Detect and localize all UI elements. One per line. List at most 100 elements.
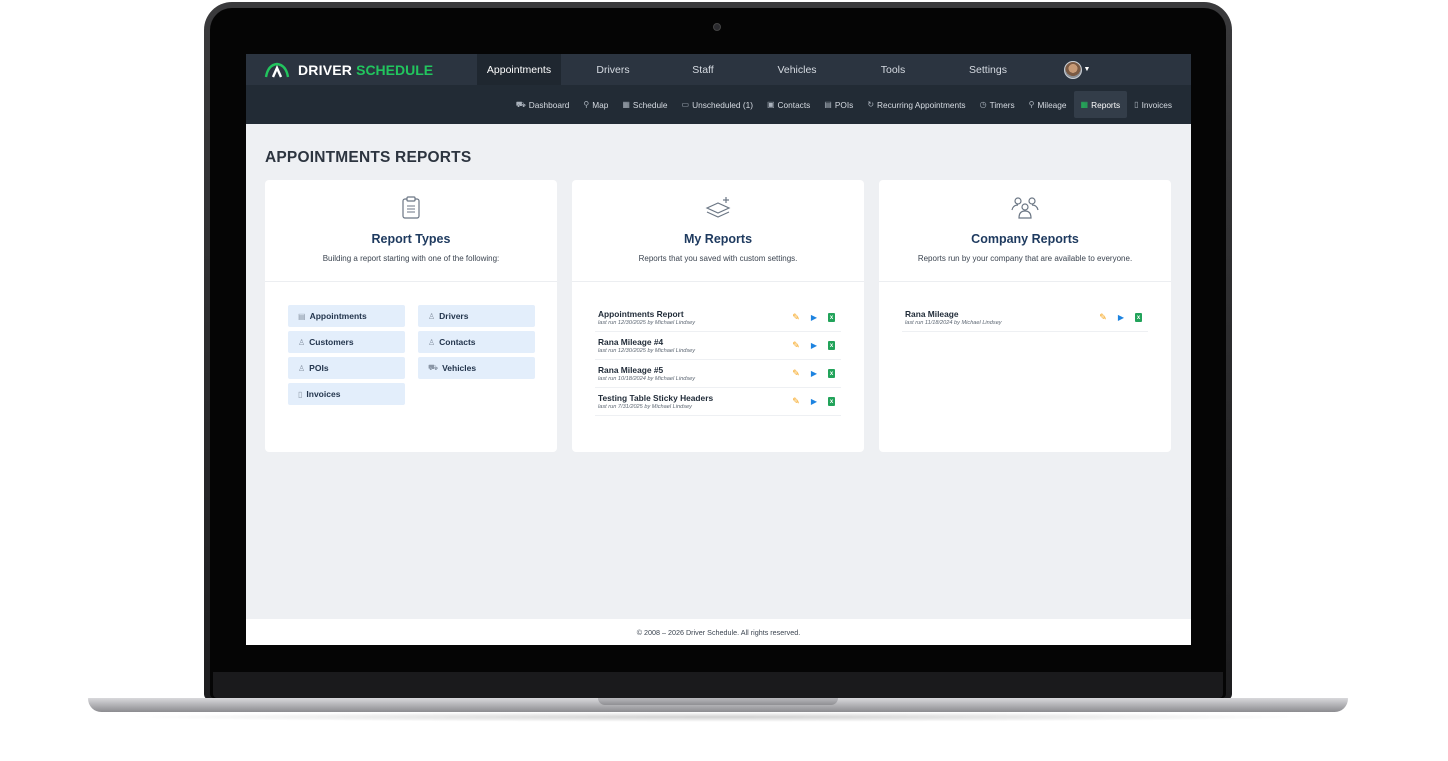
clipboard-icon	[402, 196, 420, 219]
report-name[interactable]: Rana Mileage	[905, 309, 1002, 319]
excel-export-icon[interactable]: x	[828, 313, 835, 322]
report-meta: last run 10/18/2024 by Michael Lindsey	[598, 375, 696, 382]
report-types-card: Report Types Building a report starting …	[265, 180, 557, 452]
topnav-drivers[interactable]: Drivers	[561, 54, 665, 85]
car-icon: ⛟	[515, 99, 526, 109]
edit-pencil-icon[interactable]: ✎	[792, 368, 800, 379]
clipboard-icon: ▤	[298, 311, 306, 321]
excel-export-icon[interactable]: x	[828, 341, 835, 350]
company-reports-list: Rana Mileage last run 11/18/2024 by Micha…	[902, 304, 1148, 332]
page-title: APPOINTMENTS REPORTS	[265, 149, 472, 166]
car-icon: ⛟	[428, 363, 439, 372]
subnav-unscheduled[interactable]: ▭ Unscheduled (1)	[675, 91, 760, 118]
subnav-mileage[interactable]: ⚲ Mileage	[1022, 91, 1074, 118]
report-name[interactable]: Appointments Report	[598, 309, 695, 319]
subnav-dashboard[interactable]: ⛟ Dashboard	[509, 91, 577, 118]
topnav-staff[interactable]: Staff	[665, 54, 741, 85]
pin-icon: ⚲	[1028, 100, 1035, 109]
subnav-reports[interactable]: ▦ Reports	[1073, 91, 1128, 118]
avatar	[1063, 60, 1082, 79]
report-type-pois[interactable]: ♙ POIs	[288, 357, 405, 379]
excel-export-icon[interactable]: x	[1135, 313, 1142, 322]
users-group-icon	[1011, 197, 1039, 219]
repeat-icon: ↻	[867, 100, 875, 109]
card-title: Report Types	[371, 232, 451, 246]
excel-export-icon[interactable]: x	[828, 397, 835, 406]
report-name[interactable]: Testing Table Sticky Headers	[598, 393, 713, 403]
topnav-vehicles[interactable]: Vehicles	[741, 54, 853, 85]
edit-pencil-icon[interactable]: ✎	[1099, 312, 1107, 323]
excel-export-icon[interactable]: x	[828, 369, 835, 378]
report-type-customers[interactable]: ♙ Customers	[288, 331, 405, 353]
subnav-contacts[interactable]: ▣ Contacts	[760, 91, 817, 118]
run-play-icon[interactable]: ▶	[1118, 313, 1124, 322]
laptop-shadow	[120, 712, 1320, 722]
report-row[interactable]: Testing Table Sticky Headers last run 7/3…	[595, 388, 841, 416]
brand-name-part2: SCHEDULE	[356, 61, 434, 78]
report-type-invoices[interactable]: ▯ Invoices	[288, 383, 405, 405]
top-navbar: DRIVER SCHEDULE Appointments Drivers Sta…	[246, 54, 1191, 85]
report-row[interactable]: Appointments Report last run 12/30/2025 b…	[595, 304, 841, 332]
subnav-recurring-appointments[interactable]: ↻ Recurring Appointments	[860, 91, 972, 118]
webcam-icon	[713, 23, 721, 31]
caret-down-icon: ▼	[1083, 66, 1091, 73]
card-title: My Reports	[683, 232, 753, 246]
contact-card-icon: ▣	[766, 100, 775, 109]
report-meta: last run 12/30/2025 by Michael Lindsey	[598, 347, 696, 354]
document-icon: ▯	[298, 389, 303, 399]
run-play-icon[interactable]: ▶	[811, 397, 817, 406]
subnav-map[interactable]: ⚲ Map	[576, 91, 615, 118]
user-menu[interactable]: ▼	[1043, 54, 1111, 85]
report-meta: last run 7/31/2025 by Michael Lindsey	[598, 403, 692, 410]
edit-pencil-icon[interactable]: ✎	[792, 340, 800, 351]
card-subtitle: Reports run by your company that are ava…	[917, 254, 1133, 263]
report-types-grid: ▤ Appointments ♙ Drivers ♙ Customers ♙ Conta…	[288, 305, 535, 405]
card-title: Company Reports	[971, 232, 1079, 246]
report-type-vehicles[interactable]: ⛟ Vehicles	[418, 357, 535, 379]
run-play-icon[interactable]: ▶	[811, 369, 817, 378]
layers-plus-icon	[705, 197, 731, 218]
app-screen: DRIVER SCHEDULE Appointments Drivers Sta…	[246, 54, 1191, 645]
report-row[interactable]: Rana Mileage last run 11/18/2024 by Micha…	[902, 304, 1148, 332]
card-header: Company Reports Reports run by your comp…	[879, 180, 1171, 282]
subnav-invoices[interactable]: ▯ Invoices	[1127, 91, 1179, 118]
steering-logo-icon	[264, 62, 290, 77]
person-icon: ♙	[298, 363, 306, 373]
person-icon: ♙	[298, 337, 306, 347]
report-name[interactable]: Rana Mileage #4	[598, 337, 695, 347]
clock-icon: ◷	[979, 100, 987, 109]
laptop-chin	[213, 672, 1223, 698]
brand-name-part1: DRIVER	[298, 61, 353, 78]
company-reports-card: Company Reports Reports run by your comp…	[879, 180, 1171, 452]
topnav-settings[interactable]: Settings	[933, 54, 1043, 85]
person-icon: ♙	[428, 311, 436, 321]
sub-navbar: ⛟ Dashboard ⚲ Map ▦ Schedule ▭ Unscheduled (…	[246, 85, 1191, 124]
run-play-icon[interactable]: ▶	[811, 341, 817, 350]
subnav-timers[interactable]: ◷ Timers	[973, 91, 1022, 118]
card-header: My Reports Reports that you saved with c…	[572, 180, 864, 282]
edit-pencil-icon[interactable]: ✎	[792, 396, 800, 407]
edit-pencil-icon[interactable]: ✎	[792, 312, 800, 323]
brand-logo[interactable]: DRIVER SCHEDULE	[246, 54, 477, 85]
report-meta: last run 11/18/2024 by Michael Lindsey	[905, 319, 1002, 326]
report-type-contacts[interactable]: ♙ Contacts	[418, 331, 535, 353]
pin-icon: ⚲	[583, 100, 590, 109]
topnav-tools[interactable]: Tools	[853, 54, 933, 85]
card-subtitle: Building a report starting with one of t…	[322, 254, 500, 263]
report-type-drivers[interactable]: ♙ Drivers	[418, 305, 535, 327]
report-type-appointments[interactable]: ▤ Appointments	[288, 305, 405, 327]
report-row[interactable]: Rana Mileage #5 last run 10/18/2024 by Mi…	[595, 360, 841, 388]
person-icon: ♙	[428, 337, 436, 347]
my-reports-list: Appointments Report last run 12/30/2025 b…	[595, 304, 841, 416]
calendar-icon: ▦	[622, 100, 630, 109]
table-icon: ▦	[1080, 100, 1089, 109]
subnav-pois[interactable]: ▤ POIs	[817, 91, 860, 118]
run-play-icon[interactable]: ▶	[811, 313, 817, 322]
card-subtitle: Reports that you saved with custom setti…	[638, 254, 798, 263]
calendar-blank-icon: ▭	[681, 100, 690, 109]
report-row[interactable]: Rana Mileage #4 last run 12/30/2025 by Mi…	[595, 332, 841, 360]
subnav-schedule[interactable]: ▦ Schedule	[615, 91, 674, 118]
document-icon: ▯	[1134, 100, 1139, 109]
topnav-appointments[interactable]: Appointments	[477, 54, 561, 85]
report-name[interactable]: Rana Mileage #5	[598, 365, 695, 375]
